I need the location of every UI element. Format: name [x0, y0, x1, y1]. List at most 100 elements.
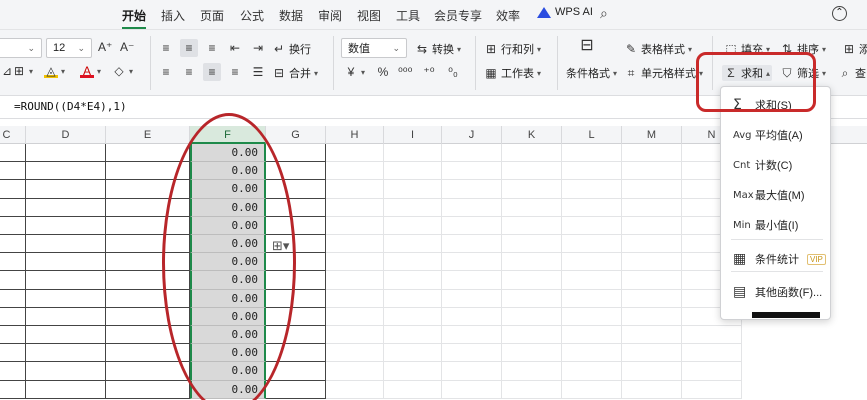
cell-j[interactable] — [442, 144, 502, 163]
cell-k[interactable] — [502, 271, 562, 290]
column-header-l[interactable]: L — [562, 126, 622, 144]
column-header-e[interactable]: E — [106, 126, 190, 144]
align-bottom-icon[interactable]: ≡ — [203, 39, 221, 57]
cell-k[interactable] — [502, 380, 562, 399]
cell-c[interactable]: G — [0, 380, 26, 399]
merge-button[interactable]: ⊟ 合并 ▾ — [272, 65, 318, 81]
collapse-icon[interactable]: ⌃ — [832, 6, 847, 21]
cell-l[interactable] — [562, 216, 622, 235]
cell-l[interactable] — [562, 289, 622, 308]
increase-indent-icon[interactable]: ⇥ — [249, 39, 267, 57]
cell-m[interactable] — [622, 344, 682, 363]
cell-g[interactable] — [266, 380, 326, 399]
menu-view[interactable]: 视图 — [357, 7, 381, 24]
cell-d[interactable] — [26, 362, 106, 381]
cell-k[interactable] — [502, 289, 562, 308]
dropdown-item-min[interactable]: Min 最小值(I) — [721, 210, 832, 240]
convert-button[interactable]: ⇆ 转换 ▾ — [415, 41, 461, 57]
cell-h[interactable] — [326, 289, 384, 308]
cell-l[interactable] — [562, 307, 622, 326]
cell-h[interactable] — [326, 216, 384, 235]
cell-j[interactable] — [442, 289, 502, 308]
column-header-i[interactable]: I — [384, 126, 442, 144]
border-button[interactable]: ⊞ ▾ — [12, 64, 33, 78]
fill-color-button[interactable]: ◬ ▾ — [44, 64, 65, 78]
cell-l[interactable] — [562, 362, 622, 381]
align-right-icon[interactable]: ≡ — [203, 63, 221, 81]
table-style-button[interactable]: ✎ 表格样式 ▾ — [624, 41, 692, 57]
cell-c[interactable]: G — [0, 271, 26, 290]
dropdown-item-count[interactable]: Cnt 计数(C) — [721, 150, 832, 180]
font-color-button[interactable]: A ▾ — [80, 64, 101, 78]
cell-e[interactable] — [106, 144, 190, 163]
cell-m[interactable] — [622, 362, 682, 381]
cell-d[interactable] — [26, 344, 106, 363]
cell-j[interactable] — [442, 198, 502, 217]
align-center-icon[interactable]: ≡ — [180, 63, 198, 81]
cell-l[interactable] — [562, 144, 622, 163]
percent-button[interactable]: % — [376, 65, 390, 79]
cell-l[interactable] — [562, 326, 622, 345]
cell-n[interactable] — [682, 326, 742, 345]
cell-d[interactable] — [26, 326, 106, 345]
cell-j[interactable] — [442, 180, 502, 199]
menu-formula[interactable]: 公式 — [240, 7, 264, 24]
menu-tools[interactable]: 工具 — [396, 7, 420, 24]
cell-l[interactable] — [562, 162, 622, 181]
cell-l[interactable] — [562, 235, 622, 254]
cell-j[interactable] — [442, 326, 502, 345]
cell-c[interactable]: G — [0, 216, 26, 235]
cell-c[interactable]: G — [0, 344, 26, 363]
cell-h[interactable] — [326, 180, 384, 199]
menu-efficiency[interactable]: 效率 — [496, 7, 520, 24]
cell-k[interactable] — [502, 326, 562, 345]
justify-icon[interactable]: ≡ — [226, 63, 244, 81]
rows-cols-button[interactable]: ⊞ 行和列 ▾ — [484, 41, 541, 57]
cell-i[interactable] — [384, 235, 442, 254]
cell-d[interactable] — [26, 380, 106, 399]
cell-k[interactable] — [502, 144, 562, 163]
clear-format-button[interactable]: ◇ ▾ — [112, 64, 133, 78]
cell-j[interactable] — [442, 344, 502, 363]
cell-n[interactable] — [682, 362, 742, 381]
cell-k[interactable] — [502, 180, 562, 199]
cell-c[interactable]: G — [0, 307, 26, 326]
cell-l[interactable] — [562, 198, 622, 217]
cell-j[interactable] — [442, 162, 502, 181]
cell-i[interactable] — [384, 326, 442, 345]
column-header-d[interactable]: D — [26, 126, 106, 144]
menu-home[interactable]: 开始 — [122, 7, 146, 24]
cell-c[interactable]: G — [0, 362, 26, 381]
cell-c[interactable]: G — [0, 144, 26, 163]
cell-k[interactable] — [502, 307, 562, 326]
column-header-k[interactable]: K — [502, 126, 562, 144]
cell-c[interactable]: G — [0, 289, 26, 308]
menu-review[interactable]: 审阅 — [318, 7, 342, 24]
cell-i[interactable] — [384, 216, 442, 235]
cell-d[interactable] — [26, 144, 106, 163]
cell-l[interactable] — [562, 271, 622, 290]
cell-i[interactable] — [384, 307, 442, 326]
cell-j[interactable] — [442, 253, 502, 272]
cell-j[interactable] — [442, 271, 502, 290]
cell-k[interactable] — [502, 216, 562, 235]
cell-j[interactable] — [442, 307, 502, 326]
cell-d[interactable] — [26, 289, 106, 308]
cell-h[interactable] — [326, 380, 384, 399]
cell-m[interactable] — [622, 271, 682, 290]
cell-m[interactable] — [622, 144, 682, 163]
cell-m[interactable] — [622, 307, 682, 326]
cell-c[interactable]: G — [0, 326, 26, 345]
cell-d[interactable] — [26, 253, 106, 272]
cond-format-button[interactable]: 条件格式 ▾ — [566, 65, 617, 81]
wrap-text-button[interactable]: ↵ 换行 — [272, 41, 311, 57]
cell-h[interactable] — [326, 144, 384, 163]
cell-i[interactable] — [384, 380, 442, 399]
cell-d[interactable] — [26, 271, 106, 290]
decrease-decimal-button[interactable]: ⁰₀ — [446, 65, 460, 79]
cell-h[interactable] — [326, 307, 384, 326]
font-grow-button[interactable]: A⁺ — [98, 40, 112, 54]
cell-c[interactable]: G — [0, 198, 26, 217]
cell-m[interactable] — [622, 235, 682, 254]
cell-i[interactable] — [384, 180, 442, 199]
